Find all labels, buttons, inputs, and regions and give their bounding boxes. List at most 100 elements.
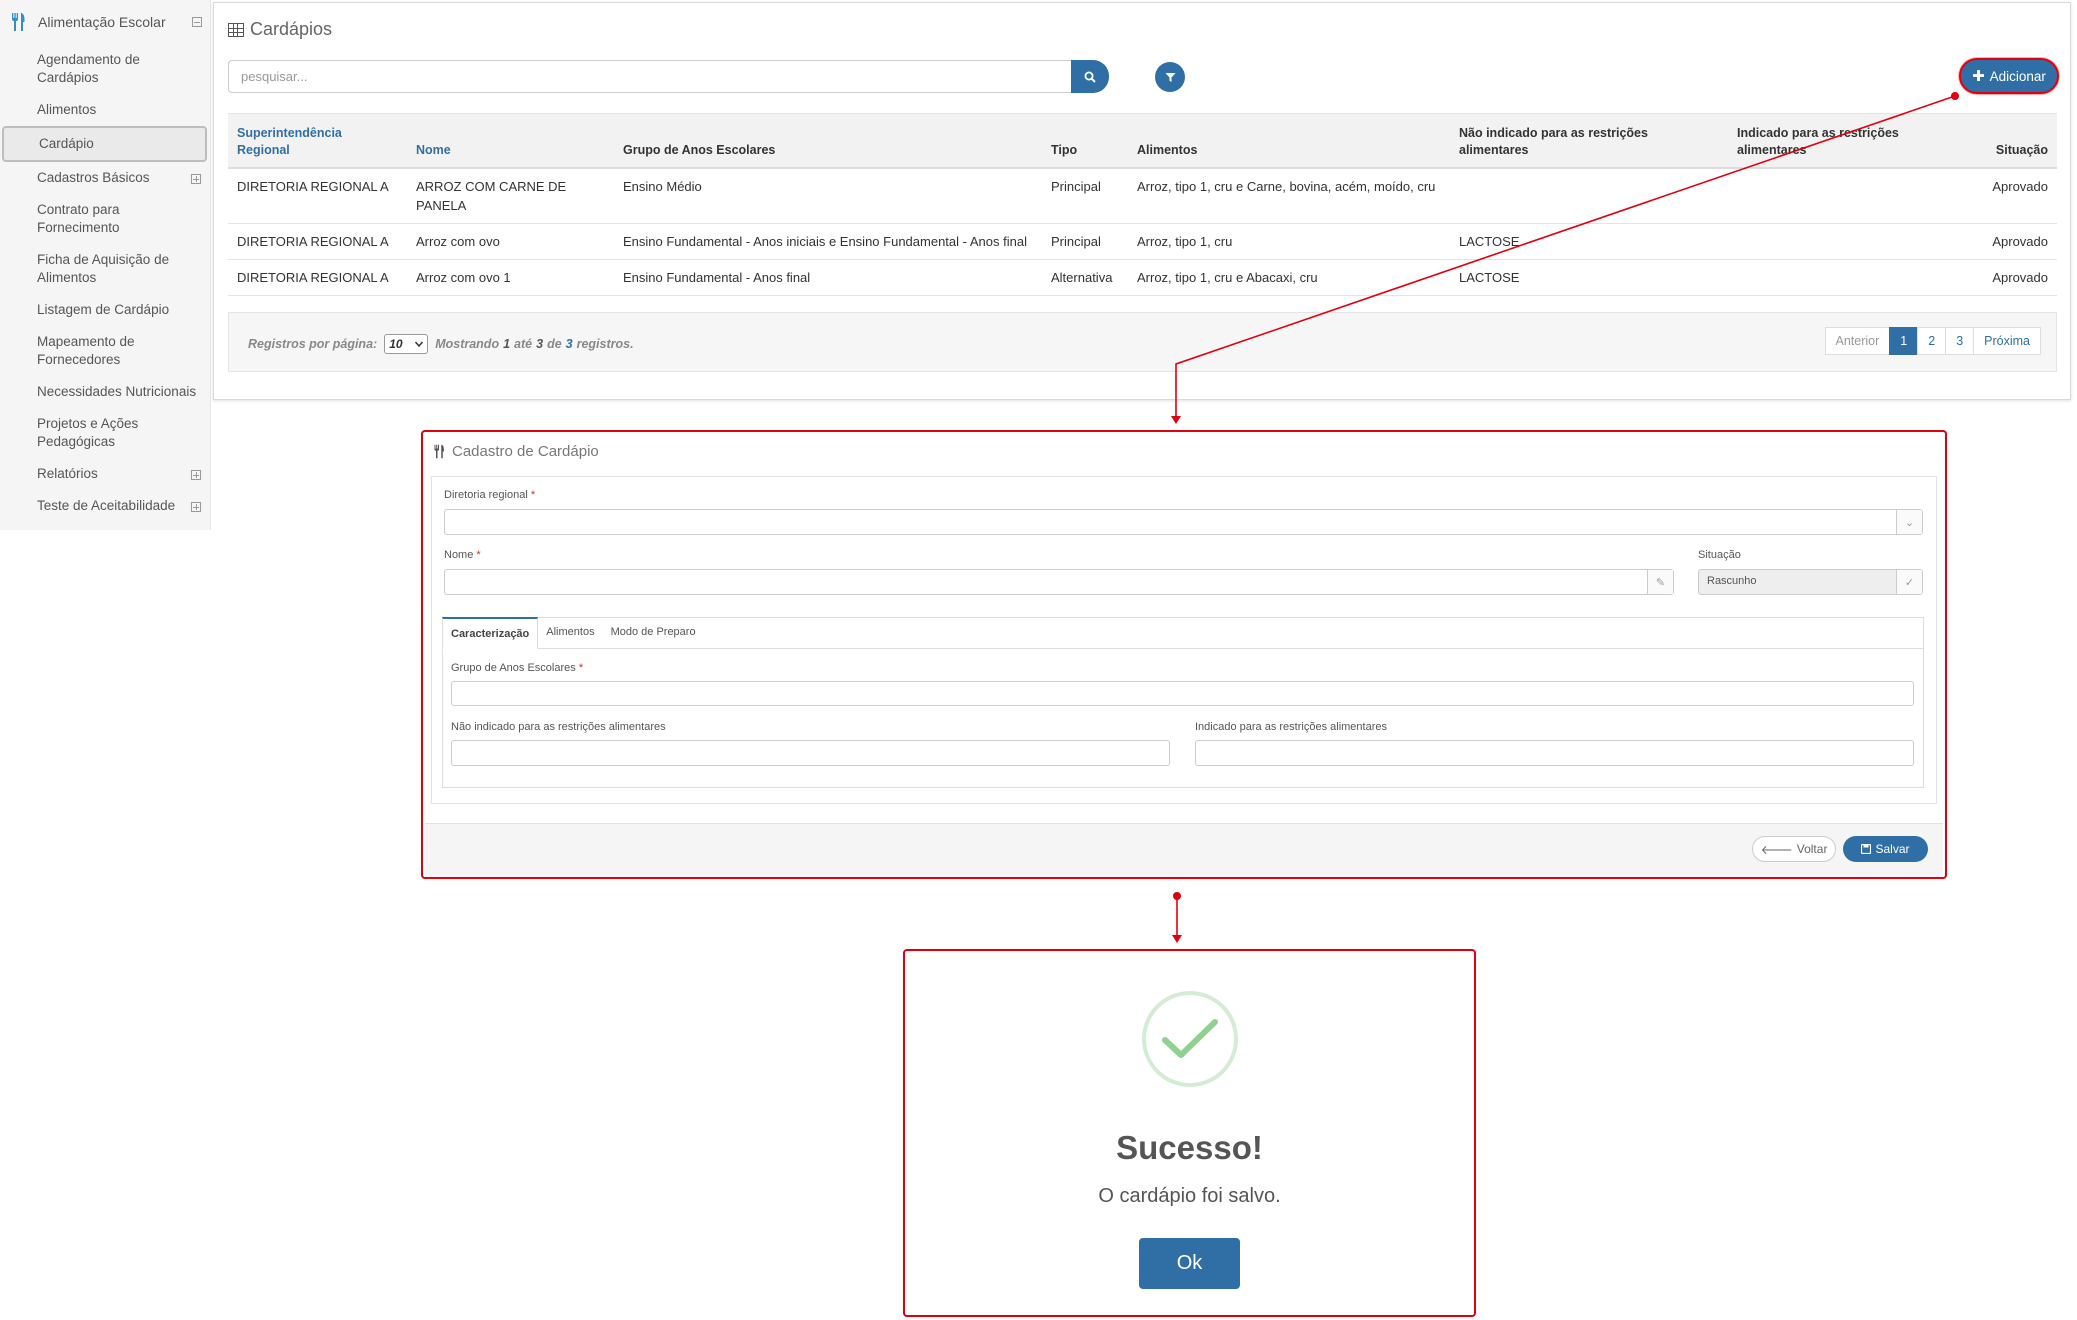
showing-total: 3 — [565, 337, 573, 351]
modal-title: Sucesso! — [1116, 1129, 1263, 1166]
page-title-text: Cardápios — [250, 19, 333, 39]
situacao-select[interactable]: Rascunho ✓ — [1698, 569, 1923, 595]
col-alimentos: Alimentos — [1128, 113, 1450, 169]
sidebar-item-label: Cardápio — [39, 136, 94, 151]
sidebar-item-label: Alimentos — [37, 102, 97, 117]
nao-indicado-field[interactable] — [451, 740, 1170, 766]
situacao-label: Situação — [1698, 549, 1741, 561]
sidebar-item-mapeamento[interactable]: Mapeamento de Fornecedores — [0, 326, 210, 376]
pager-next[interactable]: Próxima — [1973, 327, 2041, 355]
sidebar-item-label: Contrato para Fornecimento — [37, 202, 120, 235]
sidebar-item-cardapio[interactable]: Cardápio — [2, 126, 207, 162]
arrow-left-icon: 🡐 — [1760, 842, 1793, 857]
form-footer: 🡐 Voltar Salvar — [425, 823, 1943, 877]
cell-tipo: Principal — [1042, 223, 1128, 260]
grupo-anos-label: Grupo de Anos Escolares * — [451, 662, 583, 674]
search-input[interactable] — [228, 60, 1071, 93]
cardapios-table: Superintendência Regional Nome Grupo de … — [228, 113, 2057, 296]
pager-page-1[interactable]: 1 — [1889, 327, 1919, 355]
pager-prev[interactable]: Anterior — [1824, 327, 1891, 355]
sidebar-item-projetos[interactable]: Projetos e Ações Pedagógicas — [0, 408, 210, 458]
grupo-anos-field[interactable] — [451, 681, 1914, 706]
sidebar-item-alimentos[interactable]: Alimentos — [0, 94, 210, 126]
tab-modo-preparo[interactable]: Modo de Preparo — [603, 617, 704, 649]
connector-start-dot — [1173, 892, 1181, 900]
tab-bar: Caracterização Alimentos Modo de Preparo — [442, 617, 704, 649]
required-mark: * — [578, 662, 584, 674]
sidebar-item-relatorios[interactable]: Relatórios — [0, 458, 210, 490]
sidebar-item-listagem-cardapio[interactable]: Listagem de Cardápio — [0, 294, 210, 326]
table-icon — [228, 22, 244, 37]
expand-icon[interactable] — [191, 174, 201, 184]
sidebar-item-label: Projetos e Ações Pedagógicas — [37, 416, 139, 449]
search-icon — [1084, 71, 1096, 83]
nao-indicado-label: Não indicado para as restrições alimenta… — [451, 721, 666, 733]
cell-nao-indicado — [1450, 167, 1728, 224]
chevron-down-icon — [415, 341, 424, 347]
table-row[interactable]: DIRETORIA REGIONAL A ARROZ COM CARNE DE … — [228, 167, 2057, 224]
check-icon: ✓ — [1896, 570, 1922, 594]
voltar-label: Voltar — [1796, 842, 1828, 856]
cell-situacao: Aprovado — [1980, 259, 2057, 296]
pager-page-3[interactable]: 3 — [1945, 327, 1975, 355]
sidebar-header[interactable]: Alimentação Escolar — [0, 0, 210, 44]
cell-superintendencia: DIRETORIA REGIONAL A — [228, 223, 407, 260]
tab-caracterizacao[interactable]: Caracterização — [442, 617, 539, 649]
sidebar: Alimentação Escolar Agendamento de Cardá… — [0, 0, 211, 530]
pager-page-2[interactable]: 2 — [1917, 327, 1947, 355]
records-word: registros. — [576, 337, 634, 351]
sidebar-item-necessidades[interactable]: Necessidades Nutricionais — [0, 376, 210, 408]
search-bar — [228, 60, 1109, 93]
cell-situacao: Aprovado — [1980, 167, 2057, 224]
sidebar-item-label: Agendamento de Cardápios — [37, 52, 140, 85]
cell-indicado — [1728, 167, 1980, 224]
arrowhead — [1172, 935, 1182, 943]
cardapios-panel: Cardápios ✚ Adicionar Superintendência R… — [213, 2, 2071, 400]
voltar-button[interactable]: 🡐 Voltar — [1752, 836, 1836, 862]
search-button[interactable] — [1071, 60, 1109, 93]
tab-alimentos[interactable]: Alimentos — [538, 617, 602, 649]
diretoria-select[interactable]: ⌄ — [444, 509, 1923, 535]
collapse-icon[interactable] — [192, 17, 202, 27]
nome-label-text: Nome — [444, 549, 474, 561]
records-info: Registros por página: 10 Mostrando 1 até… — [248, 334, 634, 354]
col-nome[interactable]: Nome — [407, 113, 614, 169]
salvar-button[interactable]: Salvar — [1843, 836, 1928, 862]
sidebar-item-ficha-aquisicao[interactable]: Ficha de Aquisição de Alimentos — [0, 244, 210, 294]
nome-field[interactable]: ✎ — [444, 569, 1674, 595]
cell-nome: Arroz com ovo — [407, 223, 614, 260]
required-mark: * — [476, 549, 481, 561]
sidebar-item-agendamento[interactable]: Agendamento de Cardápios — [0, 44, 210, 94]
sidebar-item-cadastros-basicos[interactable]: Cadastros Básicos — [0, 162, 210, 194]
form-body: Diretoria regional * ⌄ Nome * ✎ Situação… — [431, 476, 1937, 804]
expand-icon[interactable] — [191, 502, 201, 512]
per-page-select[interactable]: 10 — [384, 334, 429, 354]
per-page-value: 10 — [389, 337, 403, 351]
nome-label: Nome * — [444, 549, 481, 561]
diretoria-label-text: Diretoria regional — [444, 489, 528, 501]
form-title: Cadastro de Cardápio — [433, 443, 599, 460]
tabs-container: Caracterização Alimentos Modo de Preparo… — [442, 617, 1924, 788]
table-row[interactable]: DIRETORIA REGIONAL A Arroz com ovo Ensin… — [228, 223, 2057, 260]
col-superintendencia[interactable]: Superintendência Regional — [228, 113, 407, 169]
add-button[interactable]: ✚ Adicionar — [1959, 58, 2059, 94]
indicado-field[interactable] — [1195, 740, 1914, 766]
cell-alimentos: Arroz, tipo 1, cru e Abacaxi, cru — [1128, 259, 1450, 296]
chevron-down-icon: ⌄ — [1896, 510, 1922, 534]
col-grupo-anos: Grupo de Anos Escolares — [614, 113, 1042, 169]
filter-button[interactable] — [1155, 62, 1185, 92]
ok-button[interactable]: Ok — [1139, 1238, 1240, 1289]
sidebar-item-teste-aceitabilidade[interactable]: Teste de Aceitabilidade — [0, 490, 210, 522]
plus-icon: ✚ — [1972, 68, 1985, 85]
sidebar-item-label: Mapeamento de Fornecedores — [37, 334, 135, 367]
utensils-icon — [12, 13, 25, 31]
table-row[interactable]: DIRETORIA REGIONAL A Arroz com ovo 1 Ens… — [228, 259, 2057, 296]
table-header-row: Superintendência Regional Nome Grupo de … — [228, 113, 2057, 169]
cell-grupo-anos: Ensino Fundamental - Anos iniciais e Ens… — [614, 223, 1042, 260]
col-tipo: Tipo — [1042, 113, 1128, 169]
sidebar-item-label: Cadastros Básicos — [37, 170, 150, 185]
sidebar-item-contrato[interactable]: Contrato para Fornecimento — [0, 194, 210, 244]
expand-icon[interactable] — [191, 470, 201, 480]
success-check-icon — [1142, 991, 1238, 1087]
cell-grupo-anos: Ensino Fundamental - Anos final — [614, 259, 1042, 296]
